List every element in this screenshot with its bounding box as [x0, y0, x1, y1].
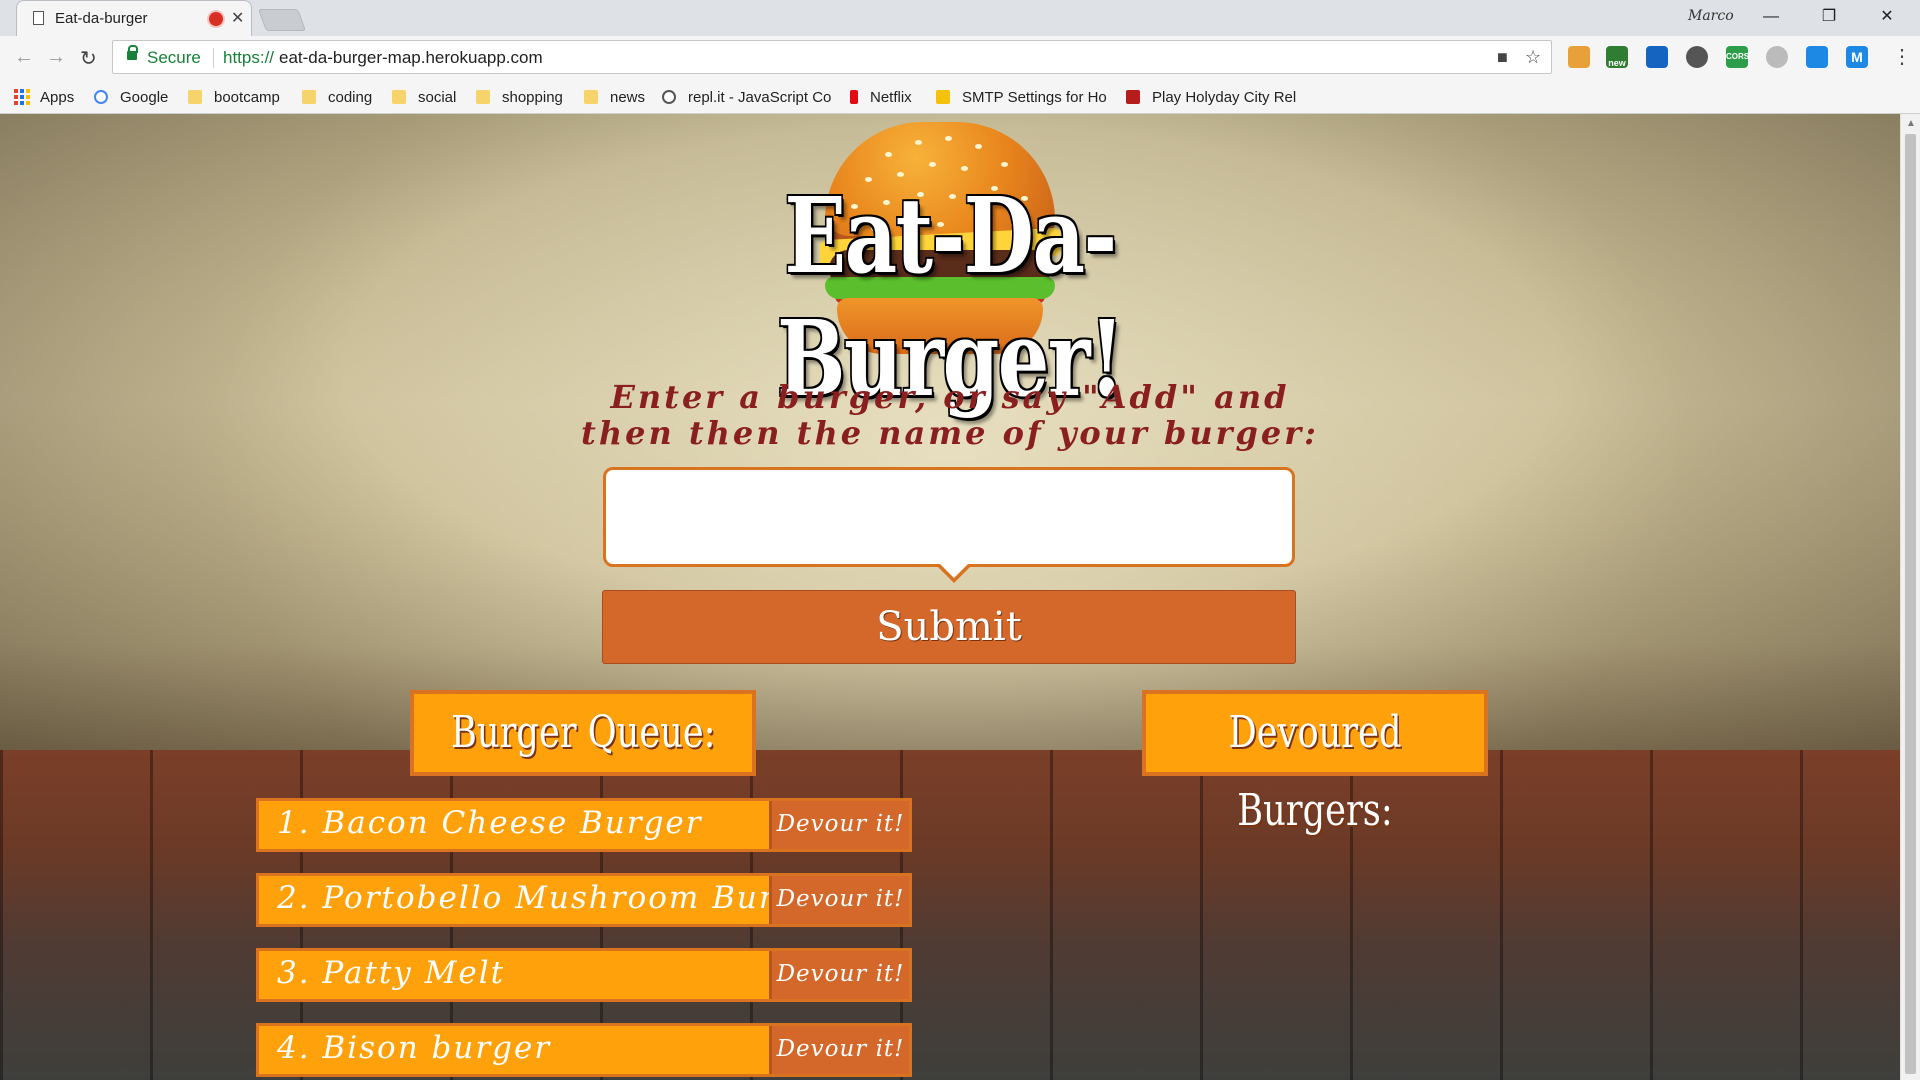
google-icon — [94, 90, 108, 104]
extension-flag-icon[interactable] — [1806, 46, 1828, 68]
netflix-icon — [850, 90, 858, 104]
bookmark-label: SMTP Settings for Ho — [962, 88, 1107, 106]
bookmark-replit[interactable]: repl.it - JavaScript Co — [662, 87, 831, 107]
queue-item-name: 1. Bacon Cheese Burger — [277, 805, 703, 841]
address-bar[interactable]: Secure https:// eat-da-burger-map.heroku… — [112, 40, 1552, 74]
bookmark-label: Netflix — [870, 88, 912, 106]
mail-icon — [936, 90, 950, 104]
bookmark-label: coding — [328, 88, 373, 106]
extension-cors-icon[interactable]: CORS — [1726, 46, 1749, 68]
queue-item-name: 3. Patty Melt — [277, 955, 506, 991]
browser-tab-strip: Eat-da-burger ✕ Marco — ❐ ✕ — [0, 0, 1920, 36]
burger-queue-heading-text: Burger Queue: — [450, 707, 716, 758]
devour-button[interactable]: Devour it! — [769, 1026, 909, 1074]
extension-m-icon[interactable]: M — [1846, 46, 1868, 68]
bookmark-coding[interactable]: coding — [302, 87, 372, 107]
game-icon — [1126, 90, 1140, 104]
bookmark-label: news — [610, 88, 646, 106]
folder-icon — [584, 90, 598, 104]
submit-button[interactable]: Submit — [602, 590, 1296, 664]
burger-input-box — [603, 467, 1295, 567]
page-viewport: Eat-Da-Burger! Enter a burger, or say "A… — [0, 114, 1900, 1080]
queue-item: 4. Bison burger Devour it! — [256, 1023, 912, 1077]
bookmark-label: Play Holyday City Rel — [1152, 88, 1297, 106]
close-tab-icon[interactable]: ✕ — [231, 8, 244, 28]
extension-bookmark-icon[interactable] — [1568, 46, 1590, 68]
reload-icon[interactable]: ↻ — [80, 46, 97, 71]
bookmark-label: social — [418, 88, 457, 106]
queue-item: 1. Bacon Cheese Burger Devour it! — [256, 798, 912, 852]
queue-item-name: 4. Bison burger — [277, 1030, 552, 1066]
recording-icon — [209, 12, 223, 26]
scrollbar-thumb[interactable] — [1905, 134, 1916, 1074]
tab-title: Eat-da-burger — [55, 10, 148, 27]
devoured-burgers-heading-text: Devoured Burgers: — [1228, 707, 1402, 836]
minimize-icon[interactable]: — — [1748, 4, 1794, 30]
bookmark-bootcamp[interactable]: bootcamp — [188, 87, 280, 107]
devour-button[interactable]: Devour it! — [769, 801, 909, 849]
devoured-burgers-heading: Devoured Burgers: — [1142, 690, 1488, 836]
menu-icon[interactable]: ⋮ — [1892, 44, 1912, 69]
vertical-scrollbar[interactable]: ▲ — [1900, 114, 1920, 1080]
divider — [213, 48, 214, 68]
bookmark-social[interactable]: social — [392, 87, 456, 107]
camera-icon[interactable]: ■ — [1497, 47, 1508, 68]
scroll-up-icon[interactable]: ▲ — [1906, 118, 1916, 129]
bookmark-star-icon[interactable]: ☆ — [1525, 47, 1541, 68]
instructions-line-1: Enter a burger, or say "Add" and — [610, 378, 1290, 416]
bookmark-label: repl.it - JavaScript Co — [688, 88, 832, 106]
extension-globe-icon[interactable] — [1686, 46, 1708, 68]
bookmark-netflix[interactable]: Netflix — [850, 87, 912, 107]
new-tab-button[interactable] — [257, 9, 307, 31]
bookmark-apps[interactable]: Apps — [14, 87, 74, 107]
burger-queue-heading: Burger Queue: — [410, 690, 756, 776]
browser-tab[interactable]: Eat-da-burger ✕ — [16, 0, 252, 36]
apps-grid-icon — [14, 89, 30, 105]
bookmark-label: Google — [120, 88, 169, 106]
page-icon — [33, 11, 44, 25]
queue-item: 2. Portobello Mushroom Burger Devour it! — [256, 873, 912, 927]
bookmark-label: bootcamp — [214, 88, 280, 106]
folder-icon — [476, 90, 490, 104]
profile-name[interactable]: Marco — [1688, 8, 1734, 24]
bookmarks-bar: Apps Google bootcamp coding social shopp… — [0, 80, 1920, 114]
devour-button[interactable]: Devour it! — [769, 951, 909, 999]
speech-bubble-tail-inner — [939, 563, 969, 578]
restore-icon[interactable]: ❐ — [1806, 4, 1852, 30]
queue-item: 3. Patty Melt Devour it! — [256, 948, 912, 1002]
instructions-line-2: then then the name of your burger: — [581, 414, 1319, 452]
forward-icon[interactable]: → — [46, 46, 66, 69]
url-host: eat-da-burger-map.herokuapp.com — [279, 48, 543, 67]
bookmark-holyday[interactable]: Play Holyday City Rel — [1126, 87, 1296, 107]
browser-toolbar: ← → ↻ Secure https:// eat-da-burger-map.… — [0, 36, 1920, 80]
folder-icon — [188, 90, 202, 104]
replit-icon — [662, 90, 676, 104]
folder-icon — [392, 90, 406, 104]
extension-new-icon[interactable]: new — [1606, 46, 1628, 68]
secure-label: Secure — [147, 48, 201, 67]
burger-name-input[interactable] — [622, 484, 1266, 546]
bookmark-news[interactable]: news — [584, 87, 645, 107]
lock-icon — [127, 45, 138, 60]
back-icon[interactable]: ← — [14, 46, 34, 69]
bookmark-shopping[interactable]: shopping — [476, 87, 563, 107]
extension-circle-icon[interactable] — [1766, 46, 1788, 68]
close-window-icon[interactable]: ✕ — [1864, 4, 1910, 30]
extension-arrows-icon[interactable] — [1646, 46, 1668, 68]
url-scheme: https:// — [223, 48, 275, 67]
bookmark-label: Apps — [40, 88, 75, 106]
bookmark-label: shopping — [502, 88, 563, 106]
bookmark-smtp[interactable]: SMTP Settings for Ho — [936, 87, 1107, 107]
bookmark-google[interactable]: Google — [94, 87, 168, 107]
queue-item-name: 2. Portobello Mushroom Burger — [277, 880, 835, 916]
instructions-text: Enter a burger, or say "Add" and then th… — [500, 379, 1400, 451]
devour-button[interactable]: Devour it! — [769, 876, 909, 924]
folder-icon — [302, 90, 316, 104]
